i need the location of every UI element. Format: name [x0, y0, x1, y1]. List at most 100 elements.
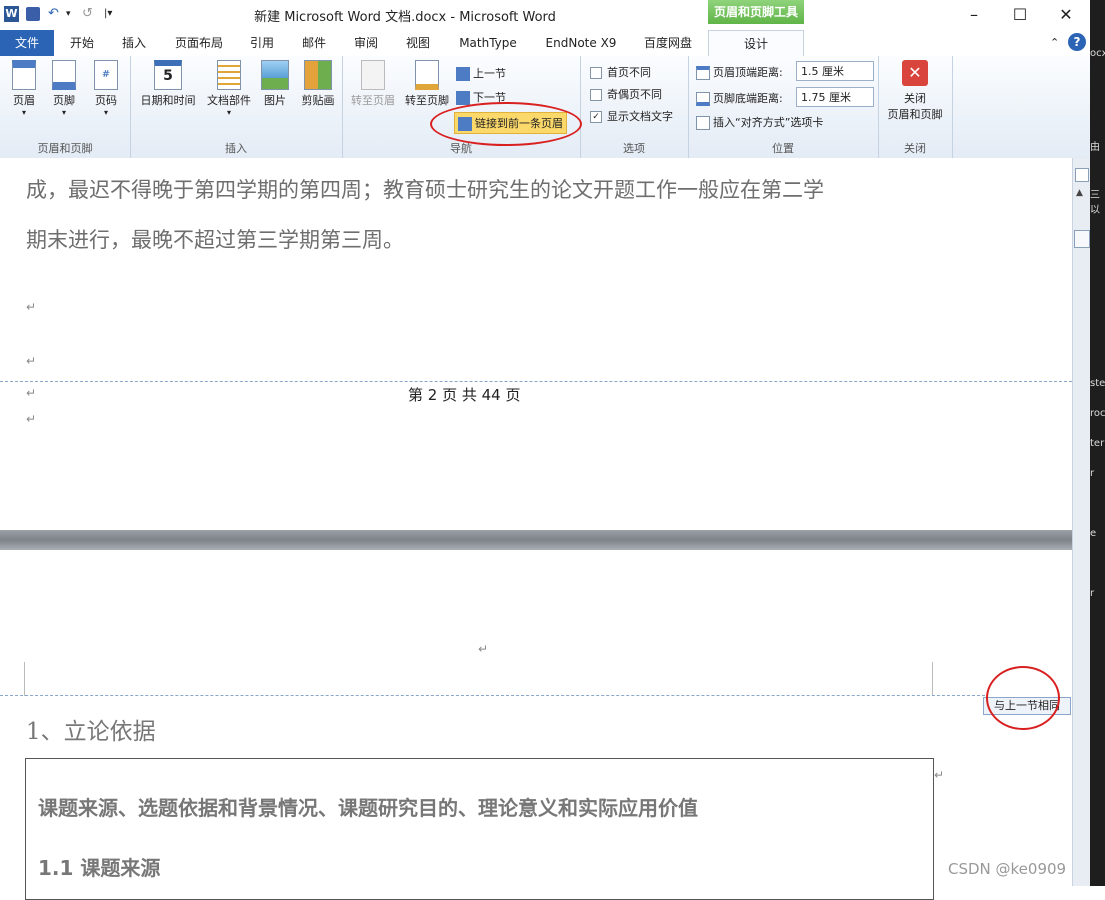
header-paragraph-mark: ↵	[478, 642, 489, 656]
edge-text: r	[1090, 468, 1095, 479]
group-label-close: 关闭	[904, 142, 926, 155]
group-label-position: 位置	[772, 142, 794, 155]
edge-text: ste	[1090, 378, 1105, 389]
header-top-distance-spinner[interactable]: 1.5 厘米	[796, 61, 874, 81]
show-document-text-checkbox[interactable]: ✓ 显示文档文字	[590, 108, 673, 124]
body-text-line-1: 成，最迟不得晚于第四学期的第四周；教育硕士研究生的论文开题工作一般应在第二学	[26, 178, 824, 202]
tab-mathtype[interactable]: MathType	[450, 30, 526, 56]
edge-text: 三以	[1090, 190, 1100, 216]
tab-references[interactable]: 引用	[242, 30, 282, 56]
group-position: 页眉顶端距离: 1.5 厘米 页脚底端距离: 1.75 厘米 插入“对齐方式”选…	[688, 56, 879, 158]
picture-label: 图片	[264, 94, 286, 107]
section-heading: 1、立论依据	[26, 719, 156, 745]
footer-page-number-text[interactable]: 第 2 页 共 44 页	[408, 384, 520, 405]
clip-art-button[interactable]: 剪贴画	[296, 60, 340, 108]
tab-view[interactable]: 视图	[398, 30, 438, 56]
document-area[interactable]: 成，最迟不得晚于第四学期的第四周；教育硕士研究生的论文开题工作一般应在第二学 期…	[0, 158, 1072, 900]
edge-text: e	[1090, 528, 1097, 539]
edge-text: 由	[1090, 142, 1100, 153]
edge-text: r	[1090, 588, 1095, 599]
header-button[interactable]: 页眉 ▾	[2, 60, 46, 117]
different-odd-even-check[interactable]	[590, 89, 602, 101]
minimize-icon[interactable]: –	[956, 4, 992, 26]
maximize-icon[interactable]: ☐	[1002, 4, 1038, 26]
different-first-page-check[interactable]	[590, 67, 602, 79]
footer-icon	[52, 60, 76, 90]
alignment-tab-icon	[696, 116, 710, 130]
insert-alignment-tab-button[interactable]: 插入“对齐方式”选项卡	[696, 114, 823, 130]
quick-parts-label: 文档部件	[207, 94, 251, 107]
edge-text: ter	[1090, 438, 1105, 449]
previous-section-button[interactable]: 上一节	[456, 65, 506, 81]
tab-endnote[interactable]: EndNote X9	[538, 30, 624, 56]
goto-footer-button[interactable]: 转至页脚	[400, 60, 454, 108]
footer-bottom-distance-label: 页脚底端距离:	[696, 90, 783, 106]
quick-parts-button[interactable]: 文档部件 ▾	[204, 60, 254, 117]
close-sub-label: 页眉和页脚	[887, 108, 943, 121]
body-text-line-2: 期末进行，最晚不超过第三学期第三周。	[26, 228, 404, 252]
header-distance-icon	[696, 66, 710, 80]
tab-insert[interactable]: 插入	[112, 30, 156, 56]
vertical-scrollbar[interactable]: ▲	[1072, 158, 1091, 886]
tab-baidu[interactable]: 百度网盘	[636, 30, 700, 56]
paragraph-mark: ↵	[26, 300, 37, 314]
paragraph-mark: ↵	[26, 354, 37, 368]
scroll-up-arrow-icon[interactable]: ▲	[1076, 188, 1083, 198]
close-window-icon[interactable]: ✕	[1048, 4, 1084, 26]
page-number-button[interactable]: # 页码 ▾	[84, 60, 128, 117]
picture-button[interactable]: 图片	[256, 60, 294, 108]
footer-bottom-distance-spinner[interactable]: 1.75 厘米	[796, 87, 874, 107]
header-left-margin-line	[24, 662, 25, 696]
group-navigation: 转至页眉 转至页脚 上一节 下一节 链接到前一条页眉 导航	[342, 56, 582, 158]
group-close: ✕ 关闭 页眉和页脚 关闭	[878, 56, 953, 158]
footer-button[interactable]: 页脚 ▾	[42, 60, 86, 117]
group-insert: 5 日期和时间 文档部件 ▾ 图片 剪贴画 插入	[130, 56, 343, 158]
header-icon	[12, 60, 36, 90]
tab-review[interactable]: 审阅	[346, 30, 386, 56]
different-odd-even-checkbox[interactable]: 奇偶页不同	[590, 86, 662, 102]
title-bar: W ↶ ▾ ↺ |▾ 新建 Microsoft Word 文档.docx - M…	[0, 0, 1105, 30]
ruler-toggle-icon[interactable]	[1075, 168, 1089, 182]
different-first-page-label: 首页不同	[607, 66, 651, 79]
paragraph-mark: ↵	[26, 412, 37, 426]
group-options: 首页不同 奇偶页不同 ✓ 显示文档文字 选项	[580, 56, 689, 158]
ribbon: 页眉 ▾ 页脚 ▾ # 页码 ▾ 页眉和页脚 5 日期和时间 文档部件 ▾ 图片 剪贴画…	[0, 56, 1090, 159]
previous-section-icon	[456, 67, 470, 81]
paragraph-mark: ↵	[26, 386, 37, 400]
goto-footer-label: 转至页脚	[405, 94, 449, 107]
page-number-icon: #	[94, 60, 118, 90]
group-header-footer: 页眉 ▾ 页脚 ▾ # 页码 ▾ 页眉和页脚	[0, 56, 131, 158]
footer-boundary-line	[0, 381, 1072, 382]
tab-page-layout[interactable]: 页面布局	[168, 30, 230, 56]
different-first-page-checkbox[interactable]: 首页不同	[590, 64, 651, 80]
table-text-line-2: 1.1 课题来源	[38, 856, 161, 880]
ribbon-collapse-icon[interactable]: ⌃	[1050, 36, 1059, 49]
content-table-box	[25, 758, 934, 900]
date-time-label: 日期和时间	[140, 94, 196, 107]
goto-header-label: 转至页眉	[351, 94, 395, 107]
help-icon[interactable]: ?	[1068, 33, 1086, 51]
table-text-line-1: 课题来源、选题依据和背景情况、课题研究目的、理论意义和实际应用价值	[38, 796, 698, 820]
group-label-insert: 插入	[225, 142, 247, 155]
csdn-watermark: CSDN @ke0909	[948, 860, 1067, 878]
different-odd-even-label: 奇偶页不同	[607, 88, 662, 101]
tab-design[interactable]: 设计	[708, 30, 804, 57]
scroll-thumb[interactable]	[1074, 230, 1090, 248]
group-label-header-footer: 页眉和页脚	[37, 142, 93, 155]
close-label: 关闭	[904, 92, 926, 105]
goto-header-icon	[361, 60, 385, 90]
background-window-edge: ocx 由 三以 ste roc ter r e r	[1090, 0, 1105, 886]
next-section-icon	[456, 91, 470, 105]
ribbon-tab-bar: 文件 开始 插入 页面布局 引用 邮件 审阅 视图 MathType EndNo…	[0, 30, 1090, 57]
header-label: 页眉	[13, 94, 35, 107]
date-time-button[interactable]: 5 日期和时间	[136, 60, 200, 108]
tab-file[interactable]: 文件	[0, 30, 54, 56]
header-boundary-line	[0, 695, 985, 696]
previous-section-label: 上一节	[473, 67, 506, 80]
tab-mailings[interactable]: 邮件	[294, 30, 334, 56]
goto-header-button[interactable]: 转至页眉	[346, 60, 400, 108]
tab-home[interactable]: 开始	[60, 30, 104, 56]
close-header-footer-button[interactable]: ✕ 关闭 页眉和页脚	[882, 60, 948, 122]
page-number-label: 页码	[95, 94, 117, 107]
show-document-text-check[interactable]: ✓	[590, 111, 602, 123]
